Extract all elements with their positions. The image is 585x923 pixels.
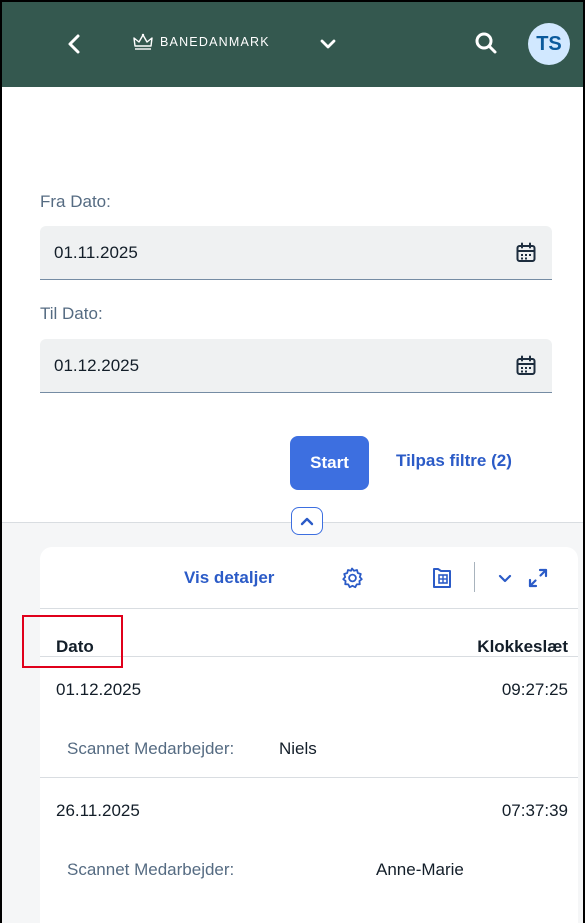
collapse-header-button[interactable] <box>291 507 323 535</box>
app-header: BANEDANMARK TS <box>2 2 583 87</box>
calendar-icon[interactable] <box>514 354 538 378</box>
from-date-label: Fra Dato: <box>40 192 111 211</box>
show-details-button[interactable]: Vis detaljer <box>184 568 274 588</box>
from-date-value: 01.11.2025 <box>54 242 138 262</box>
search-icon[interactable] <box>472 29 500 57</box>
column-header-date[interactable]: Dato <box>56 637 94 657</box>
from-date-field[interactable]: 01.11.2025 <box>40 226 552 280</box>
crown-icon <box>133 33 153 50</box>
to-date-value: 01.12.2025 <box>54 355 140 375</box>
back-icon[interactable] <box>64 30 84 58</box>
table-toolbar: Vis detaljer <box>40 547 578 609</box>
row-time: 09:27:25 <box>501 680 568 699</box>
to-date-label: Til Dato: <box>40 304 103 323</box>
start-button[interactable]: Start <box>290 436 369 490</box>
chevron-up-icon <box>300 517 314 526</box>
brand-logo[interactable]: BANEDANMARK <box>132 32 270 52</box>
column-header-time[interactable]: Klokkeslæt <box>477 637 568 657</box>
settings-icon[interactable] <box>340 566 364 590</box>
header-divider <box>40 656 578 657</box>
avatar[interactable]: TS <box>528 23 570 65</box>
row-employee-label: Scannet Medarbejder: <box>67 860 235 879</box>
chevron-down-icon[interactable] <box>493 566 517 590</box>
calendar-icon[interactable] <box>514 241 538 265</box>
to-date-field[interactable]: 01.12.2025 <box>40 339 552 393</box>
row-time: 07:37:39 <box>501 801 568 820</box>
row-date: 01.12.2025 <box>56 680 142 699</box>
row-employee-value: Anne-Marie <box>376 860 464 879</box>
app-frame: BANEDANMARK TS Fra Dato: 01.11.2025 Til … <box>0 0 585 923</box>
row-employee-value: Niels <box>279 739 317 758</box>
fullscreen-icon[interactable] <box>526 566 550 590</box>
brand-name: BANEDANMARK <box>160 35 270 49</box>
results-table: Vis detaljer Dato Klokkeslæt 01.12.2025 … <box>40 547 578 923</box>
export-icon[interactable] <box>430 566 454 590</box>
adapt-filters-button[interactable]: Tilpas filtre (2) <box>396 451 512 471</box>
toolbar-separator <box>474 562 475 592</box>
row-date: 26.11.2025 <box>56 801 140 820</box>
row-employee-label: Scannet Medarbejder: <box>67 739 235 758</box>
row-divider <box>40 777 578 778</box>
chevron-down-icon[interactable] <box>316 32 340 56</box>
